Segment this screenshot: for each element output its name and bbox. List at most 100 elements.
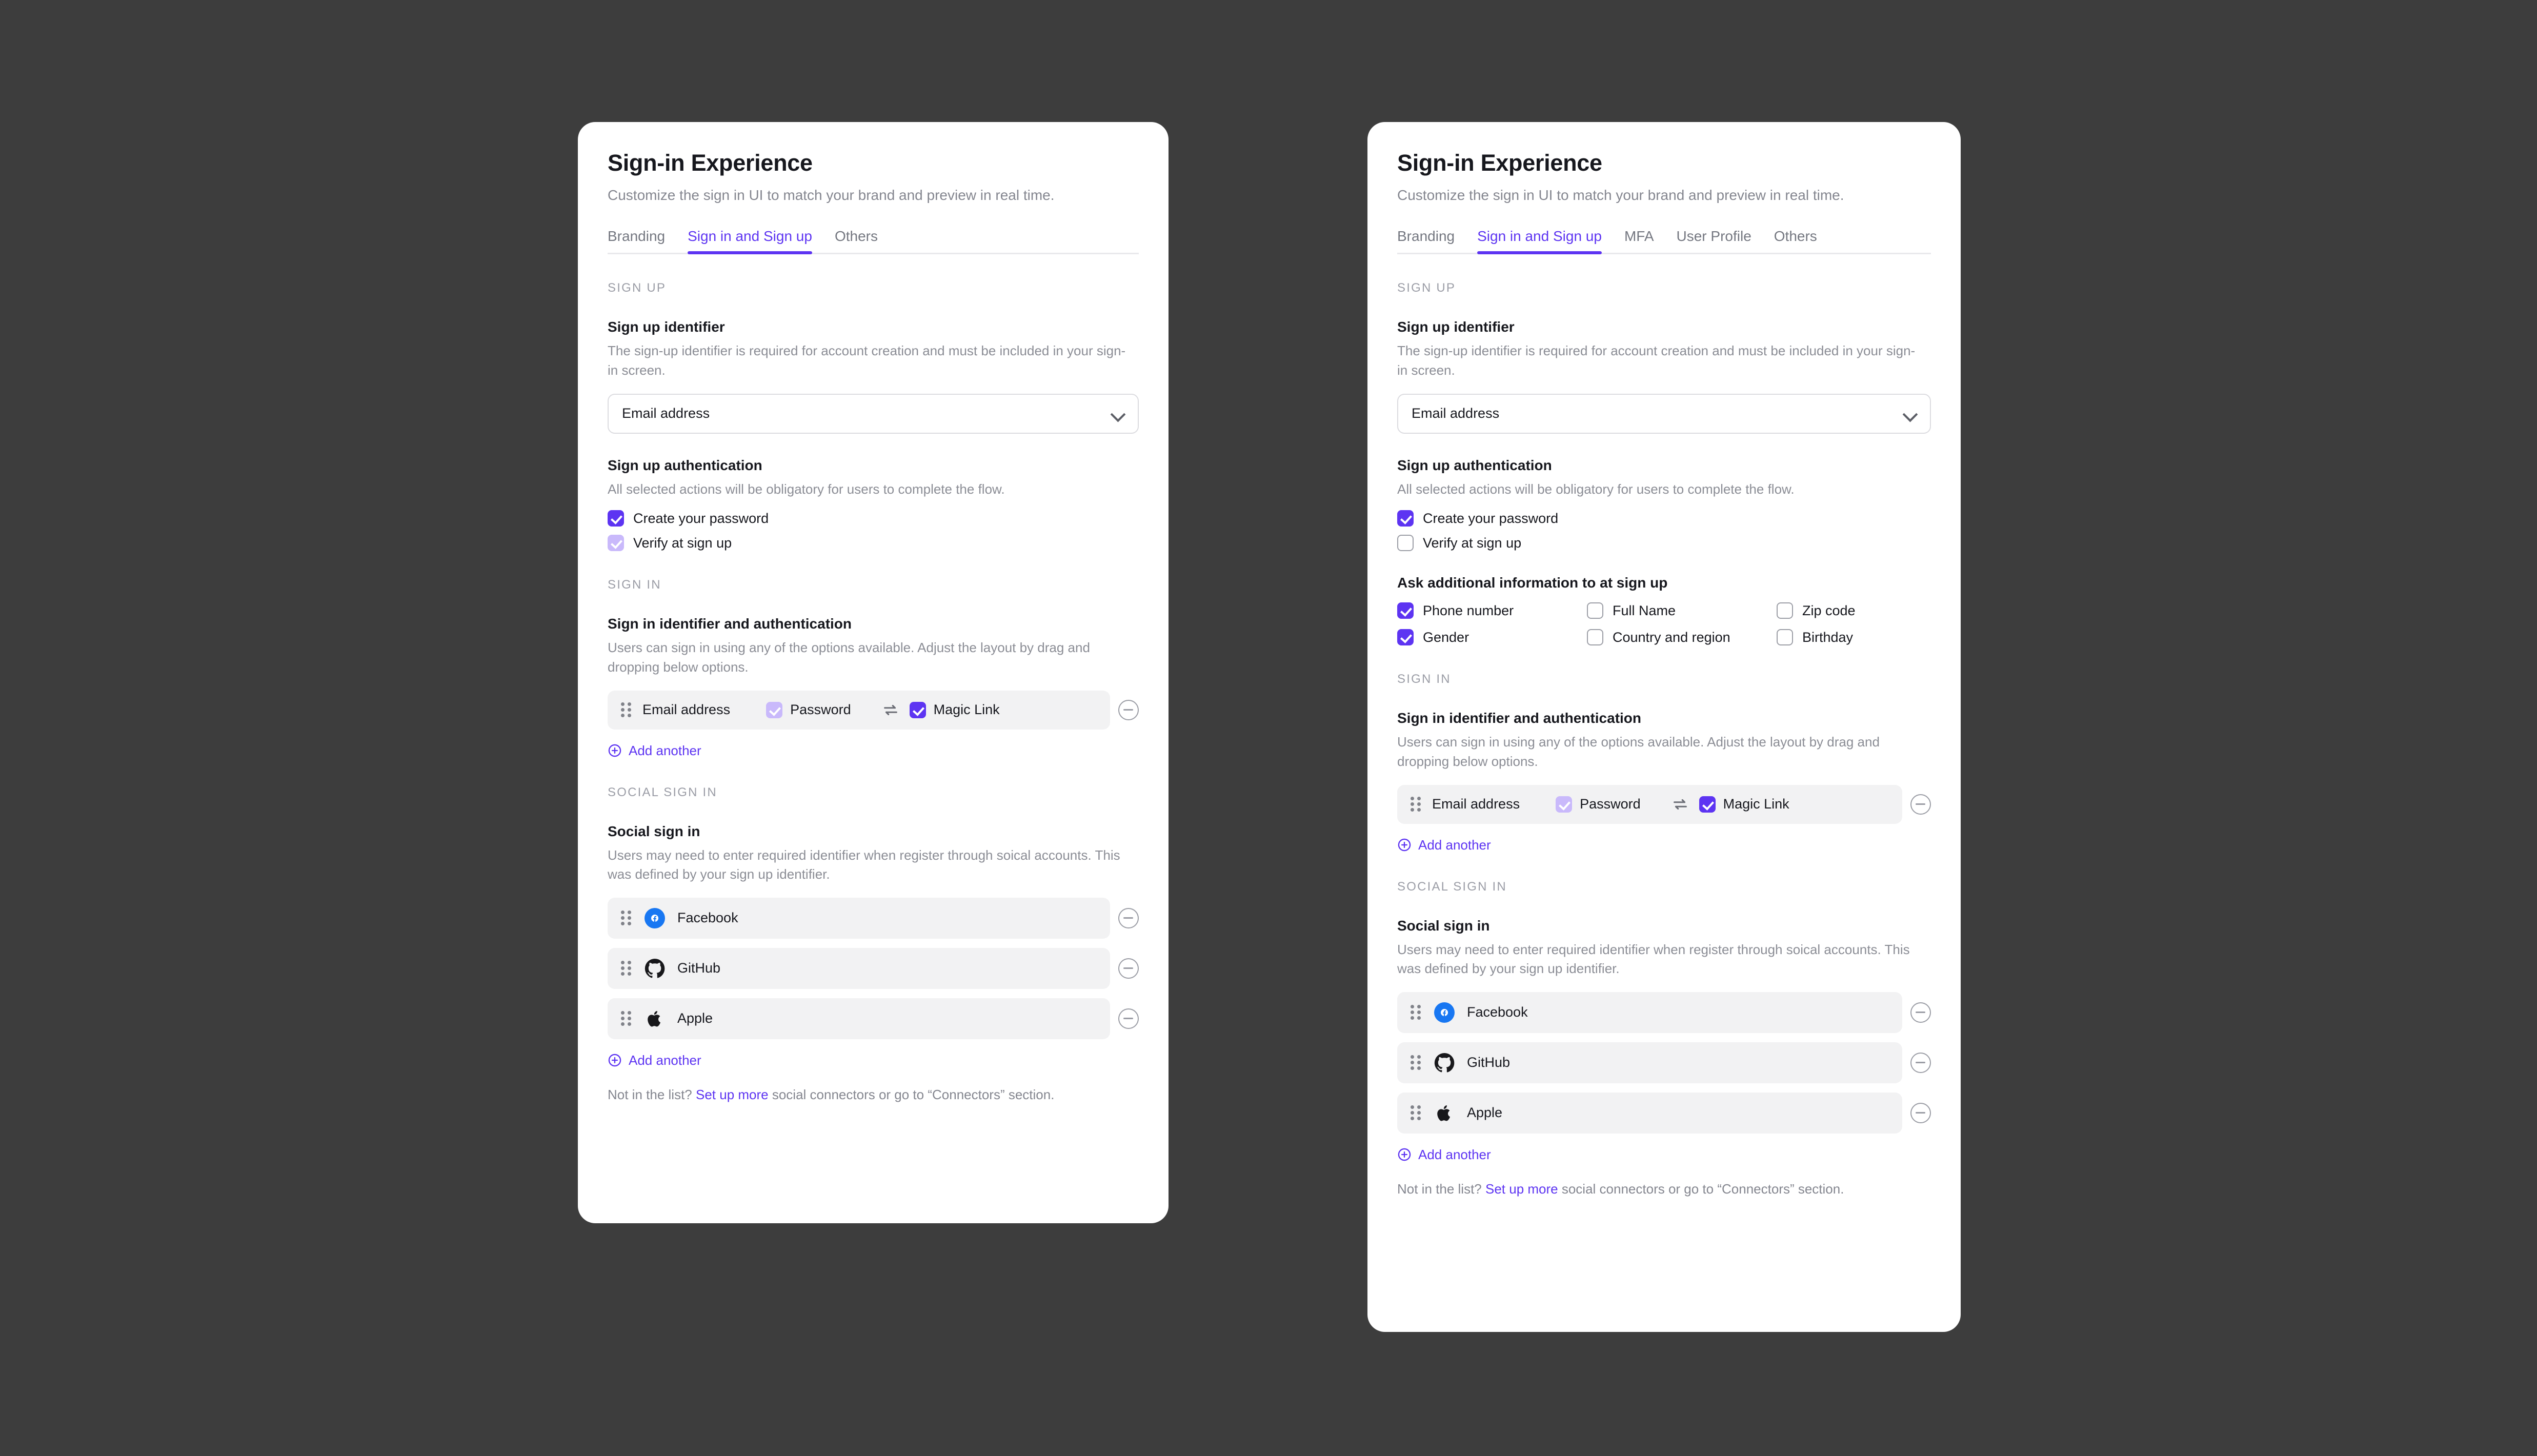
- social-connector-name: Apple: [1467, 1105, 1503, 1121]
- sign-up-identifier-select[interactable]: Email address: [608, 393, 1139, 434]
- additional-information-title: Ask additional information to at sign up: [1397, 575, 1668, 591]
- sign-in-identifier-description: Users can sign in using any of the optio…: [608, 640, 1090, 675]
- checkbox-full-name[interactable]: Full Name: [1587, 602, 1777, 619]
- sign-up-identifier-title: Sign up identifier: [1397, 319, 1515, 335]
- drag-handle-icon[interactable]: [621, 910, 632, 926]
- checkbox-icon: [1777, 602, 1793, 619]
- sign-in-magic-link-label: Magic Link: [933, 702, 1000, 718]
- sign-in-password-option[interactable]: Password: [1556, 796, 1641, 813]
- list-item[interactable]: Apple: [608, 998, 1110, 1039]
- checkbox-create-your-password[interactable]: Create your password: [1397, 510, 1931, 527]
- remove-social-connector-button[interactable]: [1910, 1052, 1931, 1073]
- checkbox-create-your-password[interactable]: Create your password: [608, 510, 1139, 527]
- drag-handle-icon[interactable]: [1411, 1004, 1422, 1020]
- checkbox-label: Country and region: [1613, 629, 1730, 645]
- sign-in-identifier-description: Users can sign in using any of the optio…: [1397, 734, 1880, 769]
- checkbox-birthday[interactable]: Birthday: [1777, 629, 1931, 646]
- tab-branding[interactable]: Branding: [608, 228, 665, 253]
- sign-in-password-option[interactable]: Password: [766, 701, 851, 718]
- checkbox-zip-code[interactable]: Zip code: [1777, 602, 1931, 619]
- drag-handle-icon[interactable]: [1411, 1105, 1422, 1121]
- remove-social-connector-button[interactable]: [1910, 1102, 1931, 1123]
- page-subtitle: Customize the sign in UI to match your b…: [608, 187, 1055, 203]
- checkbox-country-and-region[interactable]: Country and region: [1587, 629, 1777, 646]
- section-label-sign-up: SIGN UP: [1397, 281, 1456, 295]
- footnote-prefix: Not in the list?: [1397, 1181, 1485, 1197]
- remove-sign-in-identifier-button[interactable]: [1118, 699, 1139, 720]
- checkbox-icon: [1699, 796, 1716, 813]
- sign-in-identifier-row-wrap: Email address Password Magic Link: [608, 690, 1139, 730]
- github-icon: [645, 958, 665, 979]
- add-another-sign-in-button[interactable]: Add another: [1397, 837, 1491, 853]
- set-up-more-link[interactable]: Set up more: [1485, 1181, 1558, 1197]
- drag-handle-icon[interactable]: [1411, 796, 1422, 812]
- sign-up-identifier-description: The sign-up identifier is required for a…: [608, 343, 1126, 378]
- sign-in-magic-link-label: Magic Link: [1723, 796, 1789, 812]
- social-footnote: Not in the list? Set up more social conn…: [608, 1087, 1139, 1130]
- list-item[interactable]: Facebook: [608, 897, 1110, 939]
- sign-up-identifier-select[interactable]: Email address: [1397, 393, 1931, 434]
- sign-in-magic-link-option[interactable]: Magic Link: [909, 701, 1000, 718]
- checkbox-icon: [608, 510, 624, 527]
- checkbox-verify-at-sign-up[interactable]: Verify at sign up: [1397, 535, 1931, 552]
- social-connector-name: Facebook: [677, 910, 738, 926]
- checkbox-label: Verify at sign up: [633, 535, 732, 551]
- social-sign-in-description: Users may need to enter required identif…: [608, 847, 1120, 882]
- sign-in-magic-link-option[interactable]: Magic Link: [1699, 796, 1789, 813]
- remove-social-connector-button[interactable]: [1118, 958, 1139, 979]
- add-another-label: Add another: [629, 742, 701, 758]
- add-another-social-button[interactable]: Add another: [1397, 1147, 1491, 1163]
- drag-handle-icon[interactable]: [621, 1010, 632, 1026]
- list-item[interactable]: Apple: [1397, 1092, 1902, 1134]
- remove-social-connector-button[interactable]: [1118, 1008, 1139, 1029]
- page-subtitle: Customize the sign in UI to match your b…: [1397, 187, 1844, 203]
- plus-circle-icon: [608, 743, 622, 758]
- social-connector-list: Facebook GitHub Apple: [1397, 992, 1931, 1134]
- swap-icon[interactable]: [882, 701, 899, 719]
- checkbox-verify-at-sign-up[interactable]: Verify at sign up: [608, 535, 1139, 552]
- checkbox-icon: [1556, 796, 1573, 813]
- checkbox-icon: [1397, 510, 1414, 527]
- set-up-more-link[interactable]: Set up more: [696, 1087, 769, 1102]
- tab-others[interactable]: Others: [835, 228, 878, 253]
- apple-icon: [1434, 1103, 1455, 1123]
- github-icon: [1434, 1053, 1455, 1073]
- checkbox-gender[interactable]: Gender: [1397, 629, 1587, 646]
- drag-handle-icon[interactable]: [621, 960, 632, 976]
- swap-icon[interactable]: [1672, 796, 1689, 813]
- page-title: Sign-in Experience: [608, 150, 813, 176]
- social-sign-in-description: Users may need to enter required identif…: [1397, 941, 1910, 977]
- drag-handle-icon[interactable]: [621, 702, 632, 718]
- checkbox-label: Gender: [1423, 629, 1469, 645]
- facebook-icon: [645, 907, 665, 928]
- sign-in-password-label: Password: [790, 702, 851, 718]
- sign-up-identifier-value: Email address: [1412, 406, 1500, 421]
- remove-sign-in-identifier-button[interactable]: [1910, 794, 1931, 815]
- tab-signin-signup[interactable]: Sign in and Sign up: [1477, 228, 1602, 255]
- tab-mfa[interactable]: MFA: [1624, 228, 1654, 253]
- sign-in-identifier-row-wrap: Email address Password Magic Link: [1397, 784, 1931, 824]
- list-item[interactable]: GitHub: [608, 947, 1110, 989]
- sign-up-authentication-description: All selected actions will be obligatory …: [608, 481, 1005, 497]
- sign-in-password-label: Password: [1580, 796, 1641, 812]
- tab-signin-signup[interactable]: Sign in and Sign up: [688, 228, 812, 255]
- tab-user-profile[interactable]: User Profile: [1677, 228, 1751, 253]
- social-connector-row-wrap: GitHub: [608, 947, 1139, 989]
- footnote-prefix: Not in the list?: [608, 1086, 696, 1102]
- tab-others[interactable]: Others: [1774, 228, 1817, 253]
- tab-branding[interactable]: Branding: [1397, 228, 1455, 253]
- sign-in-identifier-row[interactable]: Email address Password Magic Link: [608, 690, 1110, 730]
- list-item[interactable]: Facebook: [1397, 992, 1902, 1033]
- sign-in-identifier-row[interactable]: Email address Password Magic Link: [1397, 784, 1902, 824]
- checkbox-icon: [1587, 629, 1603, 646]
- checkbox-phone-number[interactable]: Phone number: [1397, 602, 1587, 619]
- apple-icon: [645, 1008, 665, 1029]
- list-item[interactable]: GitHub: [1397, 1042, 1902, 1083]
- social-connector-row-wrap: Facebook: [608, 897, 1139, 939]
- drag-handle-icon[interactable]: [1411, 1055, 1422, 1070]
- remove-social-connector-button[interactable]: [1910, 1002, 1931, 1023]
- add-another-sign-in-button[interactable]: Add another: [608, 743, 701, 759]
- add-another-social-button[interactable]: Add another: [608, 1053, 701, 1068]
- remove-social-connector-button[interactable]: [1118, 907, 1139, 928]
- checkbox-label: Create your password: [1423, 510, 1559, 526]
